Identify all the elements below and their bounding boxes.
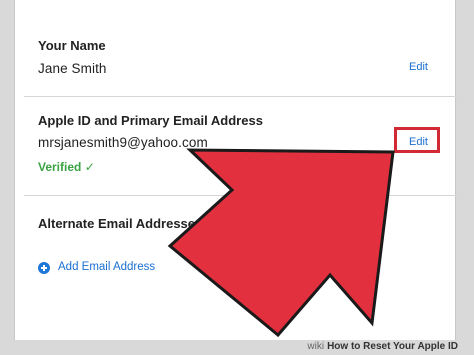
pointer-arrow-icon <box>167 148 395 338</box>
watermark-text: How to Reset Your Apple ID <box>327 341 458 352</box>
watermark-brand: wiki <box>307 341 325 352</box>
watermark: wiki How to Reset Your Apple ID <box>301 340 464 354</box>
